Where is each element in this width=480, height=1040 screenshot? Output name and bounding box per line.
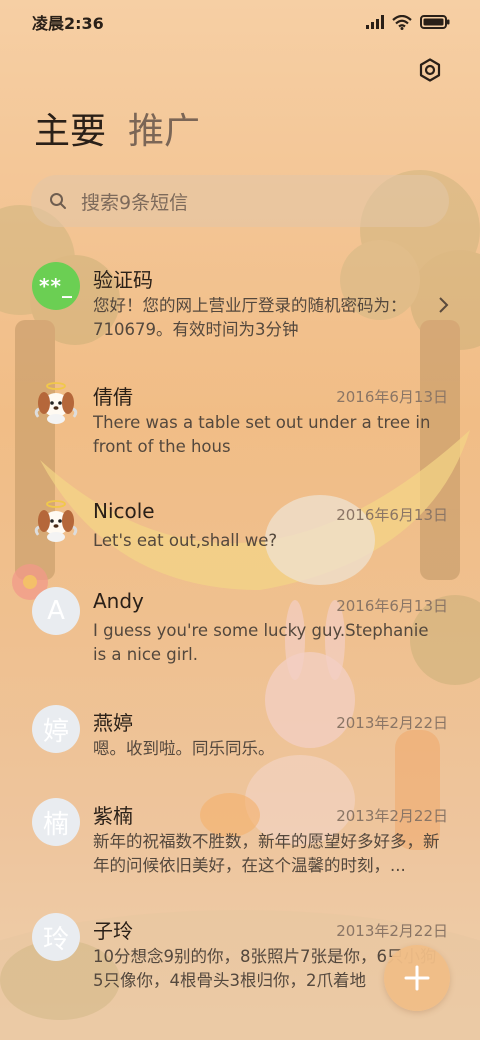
avatar: A [32,587,80,635]
tab-promotions[interactable]: 推广 [128,106,200,158]
message-date: 2016年6月13日 [336,388,448,406]
contact-name: 验证码 [93,268,153,292]
message-date: 2013年2月22日 [336,807,448,825]
contact-name: 子玲 [93,919,133,943]
avatar-letter: A [47,596,65,626]
chevron-right-icon[interactable] [438,296,450,314]
message-preview: 新年的祝福数不胜数，新年的愿望好多好多，新年的问候依旧美好，在这个温馨的时刻，.… [93,832,440,875]
conversation-item[interactable]: **_ 验证码 您好！您的网上营业厅登录的随机密码为：710679。有效时间为3… [0,250,480,360]
status-icons [366,14,450,30]
avatar: 楠 [32,798,80,846]
conversation-item[interactable]: 倩倩 2016年6月13日 There was a table set out … [0,375,480,475]
search-placeholder: 搜索9条短信 [81,191,189,214]
avatar-letter: 楠 [42,809,69,840]
avatar: 玲 [32,913,80,961]
conversation-item[interactable]: Nicole 2016年6月13日 Let's eat out,shall we… [0,493,480,573]
avatar-text: **_ [39,274,73,298]
message-preview: I guess you're some lucky guy.Stephanie … [93,621,429,664]
settings-icon [419,58,441,82]
status-time: 凌晨2:36 [32,14,104,33]
battery-icon [420,15,450,29]
contact-name: Andy [93,589,144,613]
avatar: 婷 [32,705,80,753]
contact-name: 燕婷 [93,711,133,735]
conversation-item[interactable]: 婷 燕婷 2013年2月22日 嗯。收到啦。同乐同乐。 [0,705,480,775]
message-preview: 嗯。收到啦。同乐同乐。 [93,739,275,758]
avatar [32,379,80,427]
dog-avatar-icon [34,382,78,424]
message-preview: 您好！您的网上营业厅登录的随机密码为：710679。有效时间为3分钟 [93,296,407,339]
contact-name: 紫楠 [93,804,133,828]
plus-icon [404,965,430,991]
message-date: 2016年6月13日 [336,597,448,615]
search-icon [50,193,66,209]
dog-avatar-icon [34,500,78,542]
message-date: 2013年2月22日 [336,922,448,940]
new-message-button[interactable] [384,945,450,1011]
signal-icon [366,15,384,29]
tab-bar: 主要 推广 [34,106,200,158]
contact-name: Nicole [93,499,155,523]
avatar: **_ [32,262,80,310]
message-date: 2013年2月22日 [336,714,448,732]
message-preview: There was a table set out under a tree i… [93,413,431,456]
conversation-item[interactable]: 楠 紫楠 2013年2月22日 新年的祝福数不胜数，新年的愿望好多好多，新年的问… [0,798,480,888]
conversation-item[interactable]: A Andy 2016年6月13日 I guess you're some lu… [0,587,480,687]
avatar [32,497,80,545]
message-preview: Let's eat out,shall we? [93,531,278,550]
tab-primary[interactable]: 主要 [34,106,106,158]
wifi-icon [392,14,412,30]
avatar-letter: 婷 [42,716,69,747]
status-bar: 凌晨2:36 [0,0,480,44]
settings-button[interactable] [416,56,444,84]
search-bar[interactable]: 搜索9条短信 [31,175,449,227]
contact-name: 倩倩 [93,385,133,409]
message-date: 2016年6月13日 [336,506,448,524]
avatar-letter: 玲 [42,924,69,955]
